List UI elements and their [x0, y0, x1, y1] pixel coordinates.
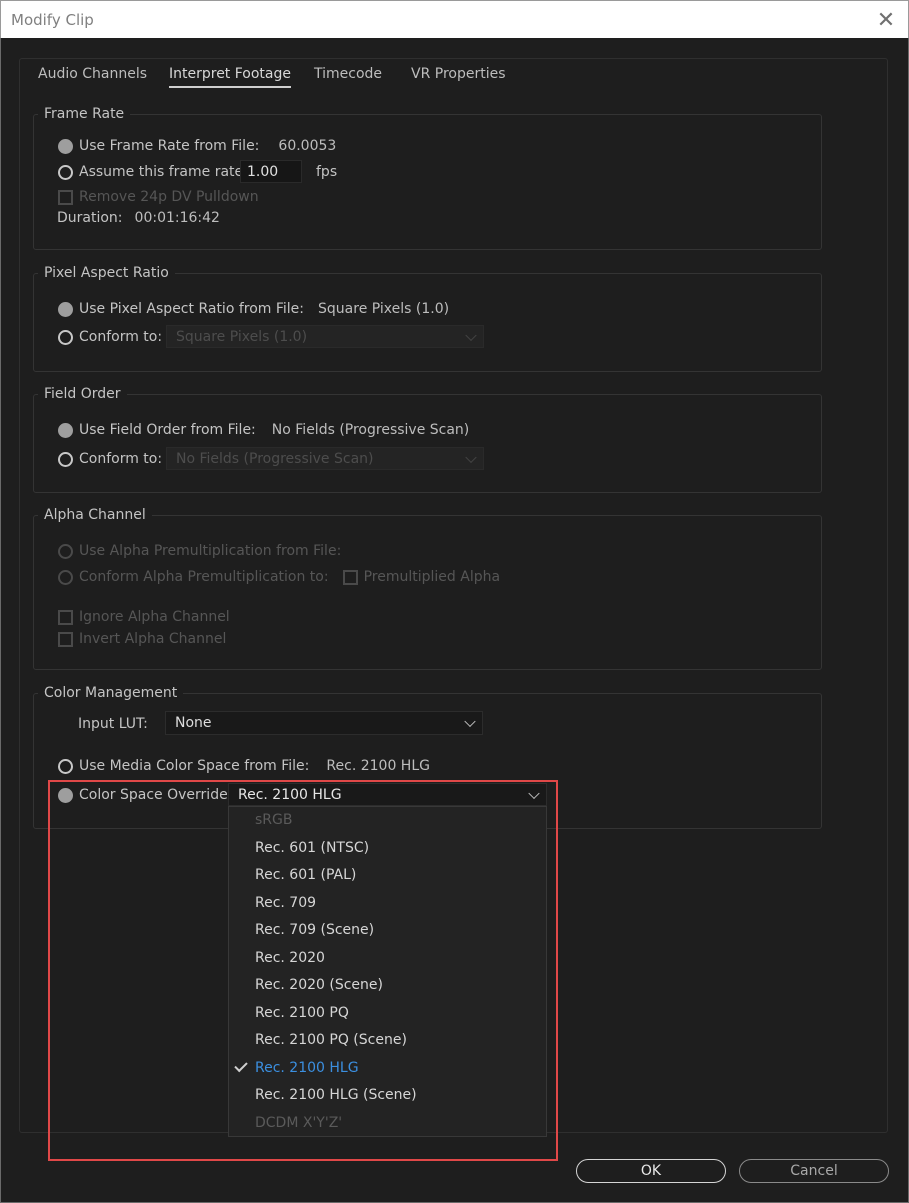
- cancel-button[interactable]: Cancel: [739, 1159, 889, 1183]
- tab-interpret-footage[interactable]: Interpret Footage: [169, 66, 292, 88]
- frame-rate-file-value: 60.0053: [278, 138, 337, 154]
- dropdown-item-srgb: sRGB: [255, 812, 293, 828]
- dropdown-item-rec2100-hlg[interactable]: Rec. 2100 HLG: [255, 1060, 359, 1076]
- conform-field-order-label: Conform to:: [79, 451, 163, 467]
- use-frame-rate-label: Use Frame Rate from File:: [79, 138, 260, 154]
- alpha-channel-title: Alpha Channel: [38, 507, 152, 523]
- dropdown-item-rec2100-pq[interactable]: Rec. 2100 PQ: [255, 1005, 349, 1021]
- assume-frame-rate-row[interactable]: Assume this frame rate:: [58, 164, 248, 180]
- tab-vr-properties[interactable]: VR Properties: [411, 66, 506, 86]
- color-management-title: Color Management: [38, 685, 184, 701]
- field-order-file-value: No Fields (Progressive Scan): [271, 422, 470, 438]
- input-lut-value: None: [175, 715, 212, 731]
- remove-pulldown-label: Remove 24p DV Pulldown: [79, 189, 259, 205]
- conform-alpha-row: Conform Alpha Premultiplication to: Prem…: [58, 569, 500, 585]
- use-frame-rate-radio[interactable]: [58, 138, 73, 154]
- dropdown-item-dcdm: DCDM X'Y'Z': [255, 1115, 343, 1131]
- conform-field-order-radio[interactable]: [58, 451, 73, 467]
- conform-par-row[interactable]: Conform to:: [58, 329, 162, 345]
- fps-label: fps: [316, 164, 338, 180]
- use-alpha-label: Use Alpha Premultiplication from File:: [79, 543, 342, 559]
- dropdown-item-rec2020-scene[interactable]: Rec. 2020 (Scene): [255, 977, 383, 993]
- window-title: Modify Clip: [11, 11, 94, 29]
- conform-alpha-radio: [58, 569, 73, 585]
- dropdown-item-rec709-scene[interactable]: Rec. 709 (Scene): [255, 922, 374, 938]
- frame-rate-input[interactable]: 1.00: [240, 160, 302, 183]
- use-field-order-radio[interactable]: [58, 422, 73, 438]
- premultiplied-checkbox: [342, 569, 358, 585]
- dropdown-item-rec601-ntsc[interactable]: Rec. 601 (NTSC): [255, 840, 369, 856]
- remove-pulldown-checkbox: [58, 189, 73, 205]
- use-frame-rate-row[interactable]: Use Frame Rate from File: 60.0053: [58, 138, 336, 154]
- conform-field-order-value: No Fields (Progressive Scan): [176, 450, 374, 467]
- checkmark-icon: [234, 1058, 248, 1073]
- override-radio[interactable]: [58, 787, 73, 803]
- pixel-aspect-title: Pixel Aspect Ratio: [38, 265, 175, 281]
- use-alpha-radio: [58, 543, 73, 559]
- assume-frame-rate-radio[interactable]: [58, 164, 73, 180]
- dropdown-item-rec601-pal[interactable]: Rec. 601 (PAL): [255, 867, 356, 883]
- override-value: Rec. 2100 HLG: [238, 786, 342, 803]
- duration-row: Duration: 00:01:16:42: [57, 210, 220, 226]
- field-order-title: Field Order: [38, 386, 127, 402]
- dropdown-item-rec2020[interactable]: Rec. 2020: [255, 950, 325, 966]
- conform-par-value: Square Pixels (1.0): [176, 328, 308, 345]
- conform-field-order-select: No Fields (Progressive Scan): [166, 447, 484, 470]
- use-par-label: Use Pixel Aspect Ratio from File:: [79, 301, 305, 317]
- chevron-down-icon: [464, 715, 476, 728]
- par-file-value: Square Pixels (1.0): [318, 301, 450, 317]
- chevron-down-icon: [465, 329, 477, 341]
- dropdown-item-rec709[interactable]: Rec. 709: [255, 895, 316, 911]
- invert-alpha-row: Invert Alpha Channel: [58, 631, 226, 647]
- frame-rate-title: Frame Rate: [38, 106, 131, 122]
- input-lut-select[interactable]: None: [165, 711, 483, 735]
- use-media-color-label: Use Media Color Space from File:: [79, 758, 310, 774]
- ignore-alpha-row: Ignore Alpha Channel: [58, 609, 230, 625]
- conform-par-radio[interactable]: [58, 329, 73, 345]
- use-alpha-row: Use Alpha Premultiplication from File:: [58, 543, 341, 559]
- media-color-value: Rec. 2100 HLG: [326, 758, 430, 774]
- pixel-aspect-group: [33, 273, 822, 372]
- ignore-alpha-label: Ignore Alpha Channel: [79, 609, 230, 625]
- tab-audio-channels[interactable]: Audio Channels: [38, 66, 147, 86]
- use-media-color-row[interactable]: Use Media Color Space from File: Rec. 21…: [58, 758, 430, 774]
- override-select[interactable]: Rec. 2100 HLG: [228, 783, 547, 806]
- color-space-dropdown: sRGB Rec. 601 (NTSC) Rec. 601 (PAL) Rec.…: [228, 806, 547, 1137]
- title-bar: Modify Clip ✕: [0, 0, 909, 38]
- dropdown-item-rec2100-pq-scene[interactable]: Rec. 2100 PQ (Scene): [255, 1032, 407, 1048]
- override-label: Color Space Override:: [79, 787, 233, 803]
- conform-field-order-row[interactable]: Conform to:: [58, 451, 162, 467]
- ok-button[interactable]: OK: [576, 1159, 726, 1183]
- use-par-radio[interactable]: [58, 301, 73, 317]
- chevron-down-icon: [528, 787, 540, 799]
- field-order-group: [33, 394, 822, 493]
- frame-rate-group: [33, 114, 822, 250]
- remove-pulldown-row: Remove 24p DV Pulldown: [58, 189, 259, 205]
- chevron-down-icon: [465, 451, 477, 463]
- use-field-order-row[interactable]: Use Field Order from File: No Fields (Pr…: [58, 422, 469, 438]
- ignore-alpha-checkbox: [58, 609, 73, 625]
- use-media-color-radio[interactable]: [58, 758, 73, 774]
- premultiplied-label: Premultiplied Alpha: [363, 569, 501, 585]
- override-row[interactable]: Color Space Override:: [58, 787, 232, 803]
- use-par-row[interactable]: Use Pixel Aspect Ratio from File: Square…: [58, 301, 449, 317]
- assume-frame-rate-label: Assume this frame rate:: [79, 164, 248, 180]
- use-field-order-label: Use Field Order from File:: [79, 422, 256, 438]
- dropdown-item-rec2100-hlg-scene[interactable]: Rec. 2100 HLG (Scene): [255, 1087, 417, 1103]
- invert-alpha-checkbox: [58, 631, 73, 647]
- conform-par-select: Square Pixels (1.0): [166, 325, 484, 348]
- conform-par-label: Conform to:: [79, 329, 163, 345]
- duration-value: 00:01:16:42: [134, 210, 220, 226]
- input-lut-label: Input LUT:: [78, 716, 148, 732]
- invert-alpha-label: Invert Alpha Channel: [79, 631, 227, 647]
- tab-timecode[interactable]: Timecode: [314, 66, 382, 86]
- conform-alpha-label: Conform Alpha Premultiplication to:: [79, 569, 329, 585]
- duration-label: Duration:: [57, 210, 123, 226]
- close-icon[interactable]: ✕: [871, 7, 901, 33]
